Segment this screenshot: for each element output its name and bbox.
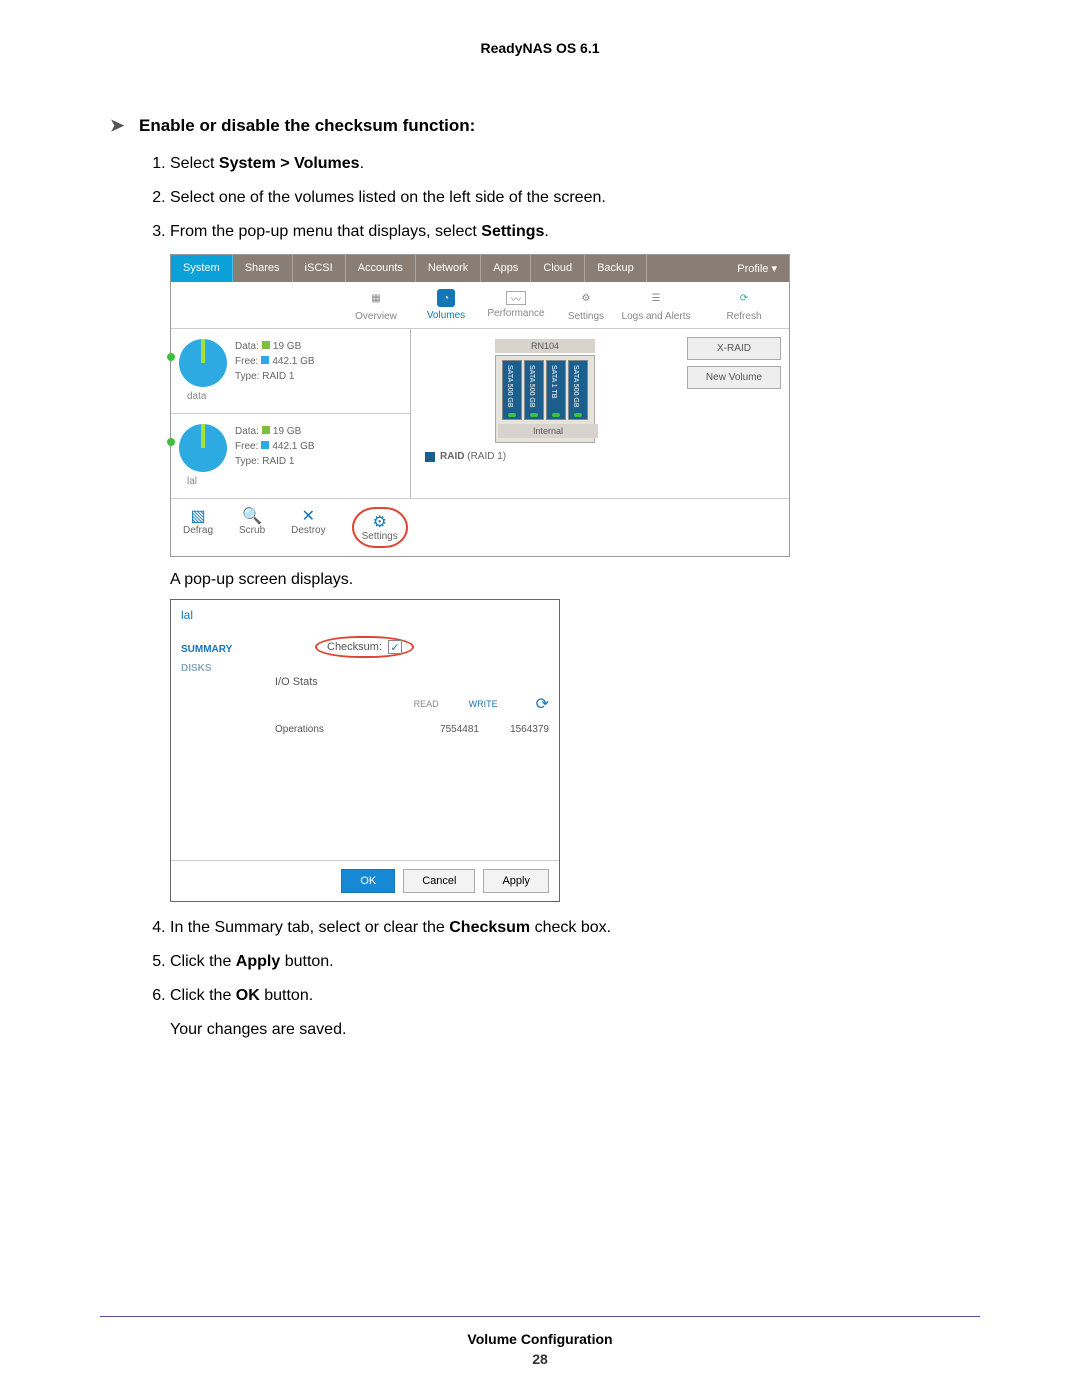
section-title-text: Enable or disable the checksum function: (139, 116, 475, 135)
volume-item-lal[interactable]: lal Data:19 GB Free:442.1 GB Type: RAID … (171, 414, 410, 498)
tab-shares[interactable]: Shares (233, 255, 293, 282)
volume-item-data[interactable]: data Data:19 GB Free:442.1 GB Type: RAID… (171, 329, 410, 414)
xraid-button[interactable]: X-RAID (687, 337, 781, 360)
drive-bay[interactable]: SATA 500 GB (502, 360, 522, 420)
pie-icon: lal (179, 424, 227, 472)
volume-list: data Data:19 GB Free:442.1 GB Type: RAID… (171, 329, 411, 498)
result-text: Your changes are saved. (170, 1018, 970, 1042)
refresh-icon: ⟳ (734, 288, 754, 308)
footer-title: Volume Configuration (0, 1331, 1080, 1347)
drive-bay[interactable]: SATA 1 TB (546, 360, 566, 420)
cancel-button[interactable]: Cancel (403, 869, 475, 893)
operations-read-value: 7554481 (409, 724, 479, 735)
step-5: Click the Apply button. (170, 950, 970, 974)
tab-system[interactable]: System (171, 255, 233, 282)
checksum-checkbox[interactable]: ✓ (388, 640, 402, 654)
page-number: 28 (0, 1351, 1080, 1367)
popup-caption: A pop-up screen displays. (170, 571, 970, 589)
destroy-button[interactable]: ✕Destroy (291, 507, 325, 548)
tab-cloud[interactable]: Cloud (531, 255, 585, 282)
write-header: WRITE (469, 699, 498, 709)
scrub-button[interactable]: 🔍Scrub (239, 507, 265, 548)
scrub-icon: 🔍 (242, 507, 262, 525)
sidebar-item-disks[interactable]: DISKS (179, 659, 263, 678)
read-header: READ (414, 699, 439, 709)
main-tabs: System Shares iSCSI Accounts Network App… (171, 255, 789, 282)
pie-icon: data (179, 339, 227, 387)
arrow-icon: ➤ (110, 116, 124, 135)
dialog-sidebar: SUMMARY DISKS (171, 630, 271, 860)
volume-toolbar: ▧Defrag 🔍Scrub ✕Destroy ⚙Settings (171, 498, 789, 556)
overview-icon: ▦ (366, 288, 386, 308)
step-3: From the pop-up menu that displays, sele… (170, 220, 970, 244)
drive-bay[interactable]: SATA 500 GB (524, 360, 544, 420)
profile-menu[interactable]: Profile ▾ (725, 255, 789, 282)
step-2: Select one of the volumes listed on the … (170, 186, 970, 210)
tab-accounts[interactable]: Accounts (346, 255, 416, 282)
defrag-icon: ▧ (190, 507, 205, 525)
subnav-logs[interactable]: ☰ Logs and Alerts (621, 288, 691, 322)
gear-icon: ⚙ (372, 513, 386, 531)
new-volume-button[interactable]: New Volume (687, 366, 781, 389)
defrag-button[interactable]: ▧Defrag (183, 507, 213, 548)
checksum-checkbox-wrap: Checksum: ✓ (315, 636, 414, 658)
performance-icon: 〰 (506, 291, 526, 305)
refresh-icon[interactable]: ⟳ (536, 694, 549, 714)
tab-network[interactable]: Network (416, 255, 481, 282)
device-label: RN104 (495, 339, 595, 353)
checksum-label: Checksum: (327, 641, 382, 653)
tab-iscsi[interactable]: iSCSI (293, 255, 346, 282)
operations-label: Operations (275, 724, 409, 735)
settings-button[interactable]: ⚙Settings (352, 507, 408, 548)
screenshot-system-volumes: System Shares iSCSI Accounts Network App… (170, 254, 790, 557)
dialog-title: lal (171, 600, 559, 630)
tab-backup[interactable]: Backup (585, 255, 647, 282)
doc-header: ReadyNAS OS 6.1 (110, 40, 970, 56)
internal-label: Internal (498, 424, 598, 438)
step-6: Click the OK button. (170, 984, 970, 1008)
drive-bay[interactable]: SATA 500 GB (568, 360, 588, 420)
volumes-icon: ◔ (437, 289, 455, 307)
destroy-icon: ✕ (302, 507, 315, 525)
step-4: In the Summary tab, select or clear the … (170, 916, 970, 940)
subnav-overview[interactable]: ▦ Overview (341, 288, 411, 322)
operations-write-value: 1564379 (479, 724, 549, 735)
apply-button[interactable]: Apply (483, 869, 549, 893)
sidebar-item-summary[interactable]: SUMMARY (179, 640, 263, 659)
device-view: RN104 SATA 500 GB SATA 500 GB SATA 1 TB … (411, 329, 679, 498)
drive-cage: SATA 500 GB SATA 500 GB SATA 1 TB SATA 5… (495, 355, 595, 443)
gear-icon: ⚙ (576, 288, 596, 308)
raid-legend: RAID (RAID 1) (425, 451, 669, 462)
list-icon: ☰ (646, 288, 666, 308)
subnav-volumes[interactable]: ◔ Volumes (411, 289, 481, 321)
page-footer: Volume Configuration 28 (0, 1316, 1080, 1367)
step-1: Select System > Volumes. (170, 152, 970, 176)
refresh-button[interactable]: ⟳ Refresh (709, 288, 779, 322)
subnav-settings[interactable]: ⚙ Settings (551, 288, 621, 322)
section-title: ➤ Enable or disable the checksum functio… (110, 116, 970, 136)
iostats-label: I/O Stats (275, 676, 549, 688)
screenshot-settings-dialog: lal SUMMARY DISKS Checksum: ✓ I/O Stats … (170, 599, 560, 902)
sub-nav: ▦ Overview ◔ Volumes 〰 Performance ⚙ Set… (171, 282, 789, 329)
subnav-performance[interactable]: 〰 Performance (481, 291, 551, 319)
tab-apps[interactable]: Apps (481, 255, 531, 282)
ok-button[interactable]: OK (341, 869, 395, 893)
